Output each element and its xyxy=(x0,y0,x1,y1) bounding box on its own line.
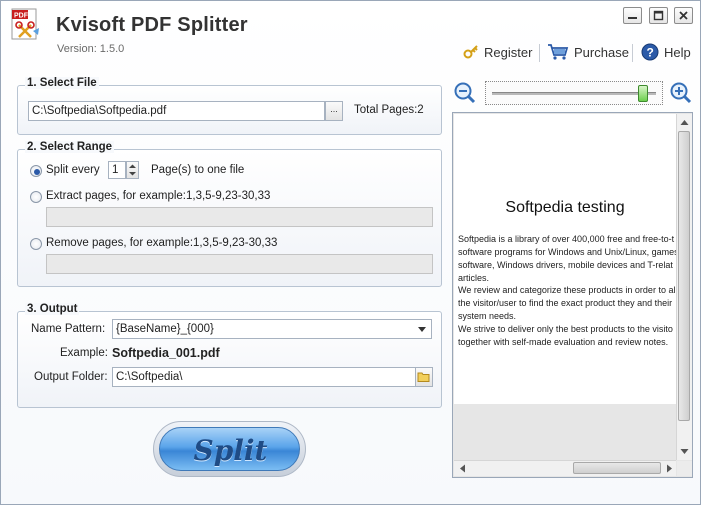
stepper-arrows-icon xyxy=(129,164,136,176)
preview-text-line: the visitor/user to find the exact produ… xyxy=(458,298,673,308)
scroll-up-button[interactable] xyxy=(677,115,692,130)
app-title: Kvisoft PDF Splitter xyxy=(56,14,248,36)
split-every-label: Split every xyxy=(46,164,100,176)
split-every-radio[interactable] xyxy=(30,165,42,177)
purchase-link[interactable]: Purchase xyxy=(547,43,629,61)
split-button[interactable]: Split xyxy=(153,421,306,477)
remove-pages-input[interactable] xyxy=(46,254,433,274)
help-label: Help xyxy=(664,44,691,60)
output-title: 3. Output xyxy=(25,303,80,315)
maximize-button[interactable] xyxy=(649,7,668,24)
preview-text-line: We review and categorize these products … xyxy=(458,285,676,295)
minimize-icon xyxy=(628,17,637,19)
scroll-down-button[interactable] xyxy=(677,444,692,459)
help-link[interactable]: ? Help xyxy=(641,43,691,61)
zoom-slider-thumb[interactable] xyxy=(638,85,649,102)
svg-text:?: ? xyxy=(647,46,654,60)
zoom-in-button[interactable] xyxy=(669,81,693,108)
app-window: PDF Kvisoft PDF Splitter Version: 1.5.0 … xyxy=(0,0,701,505)
name-pattern-select[interactable]: {BaseName}_{000} xyxy=(112,319,432,339)
minimize-button[interactable] xyxy=(623,7,642,24)
split-every-suffix: Page(s) to one file xyxy=(151,164,245,176)
name-pattern-label: Name Pattern: xyxy=(31,323,106,335)
remove-pages-label: Remove pages, for example:1,3,5-9,23-30,… xyxy=(46,237,278,249)
shopping-cart-icon xyxy=(548,44,569,60)
preview-text-line: software programs for Windows and Unix/L… xyxy=(458,247,676,257)
zoom-slider-track xyxy=(492,92,656,95)
example-label: Example: xyxy=(60,347,108,359)
zoom-out-icon xyxy=(454,82,476,104)
name-pattern-value: {BaseName}_{000} xyxy=(116,323,214,335)
preview-text-line: articles. xyxy=(458,273,490,283)
toolbar-divider xyxy=(539,44,540,62)
scroll-right-button[interactable] xyxy=(661,461,676,476)
register-link[interactable]: Register xyxy=(463,44,532,60)
chevron-down-icon xyxy=(680,449,689,454)
browse-folder-button[interactable] xyxy=(415,367,433,387)
preview-page xyxy=(454,114,676,404)
remove-pages-radio[interactable] xyxy=(30,238,42,250)
split-every-input[interactable]: 1 xyxy=(108,161,126,179)
total-pages-label: Total Pages:2 xyxy=(354,104,424,116)
horizontal-scroll-thumb[interactable] xyxy=(573,462,661,474)
select-file-title: 1. Select File xyxy=(25,77,99,89)
maximize-icon xyxy=(653,10,664,21)
split-every-stepper[interactable] xyxy=(126,161,139,179)
preview-doc-title: Softpedia testing xyxy=(505,199,625,216)
split-button-face: Split xyxy=(159,427,300,471)
file-path-input[interactable]: C:\Softpedia\Softpedia.pdf xyxy=(28,101,325,121)
vertical-scroll-thumb[interactable] xyxy=(678,131,690,421)
output-folder-input[interactable]: C:\Softpedia\ xyxy=(112,367,416,387)
preview-text-line: system needs. xyxy=(458,311,517,321)
register-label: Register xyxy=(484,44,533,60)
folder-icon xyxy=(417,372,430,382)
close-icon xyxy=(679,11,688,20)
help-icon: ? xyxy=(641,43,659,61)
zoom-in-icon xyxy=(670,82,692,104)
split-label: Split xyxy=(193,434,268,467)
output-folder-label: Output Folder: xyxy=(34,371,108,383)
chevron-right-icon xyxy=(667,464,672,473)
browse-file-button[interactable]: ... xyxy=(325,101,343,121)
select-range-title: 2. Select Range xyxy=(25,141,115,153)
chevron-up-icon xyxy=(680,120,689,125)
purchase-label: Purchase xyxy=(574,44,629,60)
key-icon xyxy=(463,45,478,59)
extract-pages-input[interactable] xyxy=(46,207,433,227)
zoom-out-button[interactable] xyxy=(453,81,477,108)
extract-pages-radio[interactable] xyxy=(30,191,42,203)
app-version: Version: 1.5.0 xyxy=(57,43,125,55)
scroll-corner xyxy=(677,461,692,476)
chevron-down-icon xyxy=(418,327,426,332)
preview-text-line: together with self-made evaluation and r… xyxy=(458,337,669,347)
preview-text-line: Softpedia is a library of over 400,000 f… xyxy=(458,234,675,244)
extract-pages-label: Extract pages, for example:1,3,5-9,23-30… xyxy=(46,190,271,202)
preview-text-line: We strive to deliver only the best produ… xyxy=(458,324,673,334)
scroll-left-button[interactable] xyxy=(455,461,470,476)
toolbar-divider xyxy=(632,44,633,62)
close-button[interactable] xyxy=(674,7,693,24)
logo-badge: PDF xyxy=(14,13,29,20)
chevron-left-icon xyxy=(460,464,465,473)
example-value: Softpedia_001.pdf xyxy=(112,346,220,360)
preview-text-line: software, Windows drivers, mobile device… xyxy=(458,260,673,270)
app-logo-icon: PDF xyxy=(9,7,45,43)
zoom-slider[interactable] xyxy=(485,81,663,105)
